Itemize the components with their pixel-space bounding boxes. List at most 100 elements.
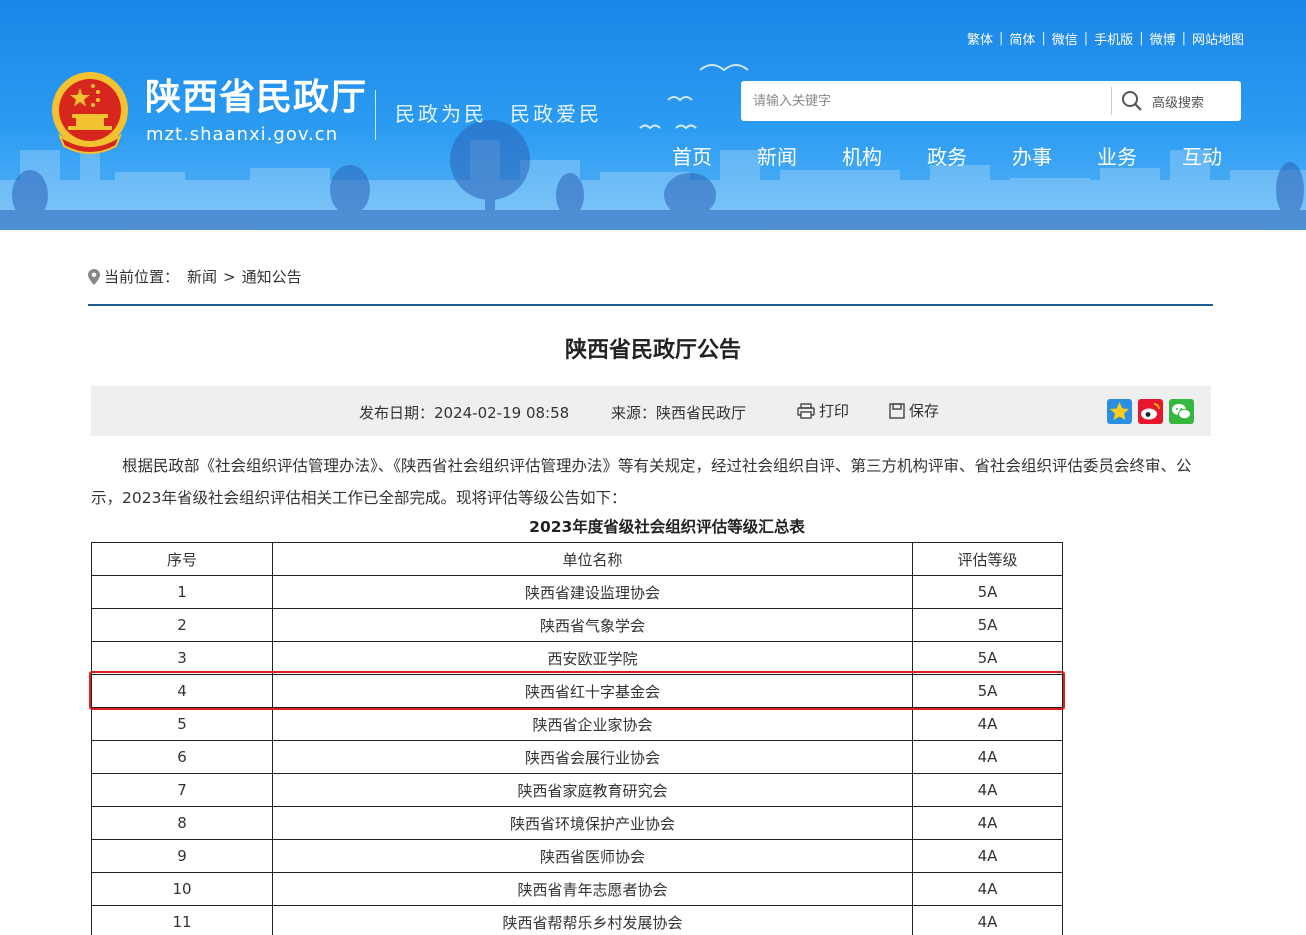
header-serial: 序号 [91,542,273,576]
cell-grade: 5A [912,674,1063,708]
search-input[interactable] [741,82,1111,120]
cell-serial: 10 [91,872,273,906]
share-buttons [1107,399,1194,424]
nav-news[interactable]: 新闻 [757,141,842,170]
slogan: 民政为民 民政爱民 [395,102,602,126]
breadcrumb-separator: > [223,267,236,286]
cell-grade: 4A [912,806,1063,840]
cell-org-name: 陕西省家庭教育研究会 [272,773,913,807]
cell-org-name: 陕西省青年志愿者协会 [272,872,913,906]
link-traditional[interactable]: 繁体 [967,29,993,48]
table-row: 7 陕西省家庭教育研究会 4A [91,773,1063,807]
breadcrumb-prefix: 当前位置： [104,268,180,286]
separator: | [998,31,1004,46]
cell-org-name: 陕西省企业家协会 [272,707,913,741]
link-mobile[interactable]: 手机版 [1094,29,1133,48]
table-row: 5 陕西省企业家协会 4A [91,707,1063,741]
save-button[interactable]: 保存 [889,400,939,421]
print-label: 打印 [819,402,850,420]
article-source: 来源：陕西省民政厅 [611,404,747,422]
article-title: 陕西省民政厅公告 [564,338,741,363]
cell-org-name: 陕西省医师协会 [272,839,913,873]
cell-org-name: 陕西省会展行业协会 [272,740,913,774]
cell-serial: 9 [91,839,273,873]
breadcrumb-notices[interactable]: 通知公告 [242,266,302,287]
cell-serial: 5 [91,707,273,741]
cell-org-name: 西安欧亚学院 [272,641,913,675]
cell-org-name: 陕西省红十字基金会 [272,674,913,708]
cell-org-name: 陕西省建设监理协会 [272,575,913,609]
cell-org-name: 陕西省帮帮乐乡村发展协会 [272,905,913,935]
cell-grade: 4A [912,839,1063,873]
table-row: 9 陕西省医师协会 4A [91,839,1063,873]
table-row: 2 陕西省气象学会 5A [91,608,1063,642]
search-icon[interactable] [1112,82,1152,120]
cell-grade: 5A [912,641,1063,675]
nav-services[interactable]: 办事 [1012,141,1097,170]
location-pin-icon [88,268,100,285]
cell-grade: 4A [912,872,1063,906]
link-wechat[interactable]: 微信 [1052,29,1078,48]
table-row: 4 陕西省红十字基金会 5A [91,674,1063,708]
emblem-icon[interactable] [50,70,130,154]
cell-serial: 7 [91,773,273,807]
evaluation-table: 序号 单位名称 评估等级 1 陕西省建设监理协会 5A 2 陕西省气象学会 5A 3 西安… [91,542,1063,935]
table-row: 1 陕西省建设监理协会 5A [91,575,1063,609]
share-wechat-icon[interactable] [1169,399,1194,424]
top-links: 繁体 | 简体 | 微信 | 手机版 | 微博 | 网站地图 [967,29,1244,48]
cell-serial: 8 [91,806,273,840]
print-icon [797,402,815,419]
share-qzone-icon[interactable] [1107,399,1132,424]
nav-interaction[interactable]: 互动 [1182,141,1267,170]
search-box: 高级搜索 [741,81,1241,121]
cell-serial: 1 [91,575,273,609]
link-weibo[interactable]: 微博 [1150,29,1176,48]
table-row: 11 陕西省帮帮乐乡村发展协会 4A [91,905,1063,935]
title-divider [375,90,376,140]
article-paragraph: 根据民政部《社会组织评估管理办法》、《陕西省社会组织评估管理办法》等有关规定，经… [91,457,1192,507]
article-meta-bar: 发布日期：2024-02-19 08:58 来源：陕西省民政厅 打印 保存 [91,386,1211,436]
cell-serial: 6 [91,740,273,774]
nav-government-affairs[interactable]: 政务 [927,141,1012,170]
table-header-row: 序号 单位名称 评估等级 [91,542,1063,576]
table-title: 2023年度省级社会组织评估等级汇总表 [529,518,805,536]
header-grade: 评估等级 [912,542,1063,576]
cell-grade: 4A [912,773,1063,807]
print-button[interactable]: 打印 [797,400,849,421]
site-title[interactable]: 陕西省民政厅 [145,76,367,120]
site-domain: mzt.shaanxi.gov.cn [146,124,339,145]
save-label: 保存 [909,402,940,420]
share-weibo-icon[interactable] [1138,399,1163,424]
table-row: 6 陕西省会展行业协会 4A [91,740,1063,774]
cell-org-name: 陕西省环境保护产业协会 [272,806,913,840]
cell-serial: 2 [91,608,273,642]
cell-serial: 11 [91,905,273,935]
cell-serial: 4 [91,674,273,708]
header-org-name: 单位名称 [272,542,913,576]
nav-organization[interactable]: 机构 [842,141,927,170]
separator: | [1041,31,1046,46]
nav-home[interactable]: 首页 [672,141,757,170]
table-row: 3 西安欧亚学院 5A [91,641,1063,675]
separator: | [1139,31,1144,46]
nav-business[interactable]: 业务 [1097,141,1182,170]
cell-grade: 4A [912,740,1063,774]
cell-grade: 5A [912,608,1063,642]
link-sitemap[interactable]: 网站地图 [1192,29,1244,48]
table-row: 8 陕西省环境保护产业协会 4A [91,806,1063,840]
cell-serial: 3 [91,641,273,675]
separator: | [1083,31,1089,46]
separator: | [1181,31,1186,46]
save-icon [889,402,905,419]
link-simplified[interactable]: 简体 [1009,29,1035,48]
cell-grade: 4A [912,707,1063,741]
cell-grade: 4A [912,905,1063,935]
breadcrumb-rule [88,304,1213,306]
table-row: 10 陕西省青年志愿者协会 4A [91,872,1063,906]
publish-date: 发布日期：2024-02-19 08:58 [359,404,570,422]
advanced-search-link[interactable]: 高级搜索 [1152,92,1204,111]
cell-grade: 5A [912,575,1063,609]
cell-org-name: 陕西省气象学会 [272,608,913,642]
main-nav: 首页 新闻 机构 政务 办事 业务 互动 [672,141,1267,170]
breadcrumb-news[interactable]: 新闻 [187,266,217,287]
